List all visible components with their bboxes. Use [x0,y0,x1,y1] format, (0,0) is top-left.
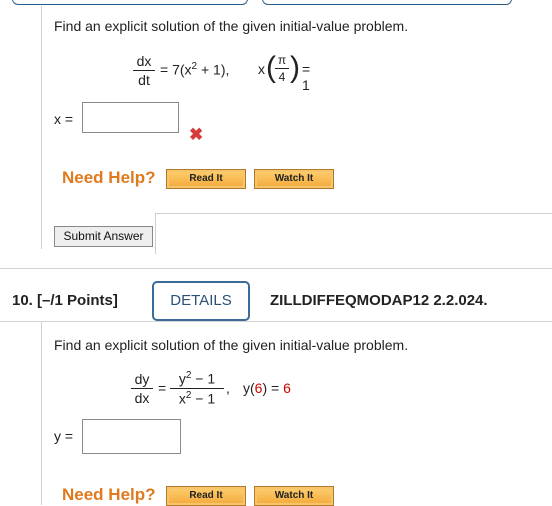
top-right-button-edge[interactable] [262,0,512,5]
q10-rhs-fraction: y2 − 1 x2 − 1 [170,370,224,406]
q10-watch-it-button[interactable]: Watch It [254,486,334,506]
q10-instruction: Find an explicit solution of the given i… [54,337,409,353]
q9-derivative-fraction: dx dt [133,53,155,88]
q10-header-rule [0,321,552,322]
q10-rhs-den: x2 − 1 [178,389,216,407]
q10-lhs-den: dx [134,390,150,406]
q10-lhs-num: dy [134,371,150,387]
q10-answer-label: y = [54,428,74,444]
q9-ic-rhs: = 1 [302,61,311,93]
q9-ic-den: 4 [278,70,286,84]
q9-need-help: Need Help? [62,168,156,187]
q9-instruction: Find an explicit solution of the given i… [54,18,409,34]
q9-ic-fraction: π 4 [275,53,289,84]
q10-code: ZILLDIFFEQMODAP12 2.2.024. [270,292,488,309]
q10-lhs-fraction: dy dx [131,371,153,406]
q9-answer-field[interactable] [82,102,179,133]
q9-ic-x: x [258,61,265,77]
q9-ic-num: π [277,53,287,67]
q10-equals: = [158,380,167,396]
q10-read-it-button[interactable]: Read It [166,486,246,506]
q10-details-button[interactable]: DETAILS [152,281,250,321]
q10-comma: , [226,380,230,396]
incorrect-x-icon: ✖ [189,125,204,144]
q9-rhs: = 7(x2 + 1), [160,61,230,78]
q10-need-help: Need Help? [62,485,156,504]
top-left-button-edge[interactable] [12,0,248,5]
q9-left-rule [41,6,42,249]
q9-read-it-button[interactable]: Read It [166,169,246,189]
q10-answer-field[interactable] [82,419,181,454]
question-separator [0,268,552,269]
q9-deriv-den: dt [138,72,150,88]
submit-answer-button[interactable]: Submit Answer [54,226,153,247]
q9-answer-label: x = [54,111,74,127]
q9-submit-frame [155,213,552,254]
q10-number: 10. [–/1 Points] [12,292,118,309]
q9-watch-it-button[interactable]: Watch It [254,169,334,189]
q10-rhs-num: y2 − 1 [178,370,216,387]
q9-deriv-num: dx [136,53,152,69]
q10-left-rule [41,322,42,505]
q9-ic-rparen: ) [290,51,300,84]
top-button-row [0,0,552,6]
q10-initial-condition: y(6) = 6 [243,380,291,396]
